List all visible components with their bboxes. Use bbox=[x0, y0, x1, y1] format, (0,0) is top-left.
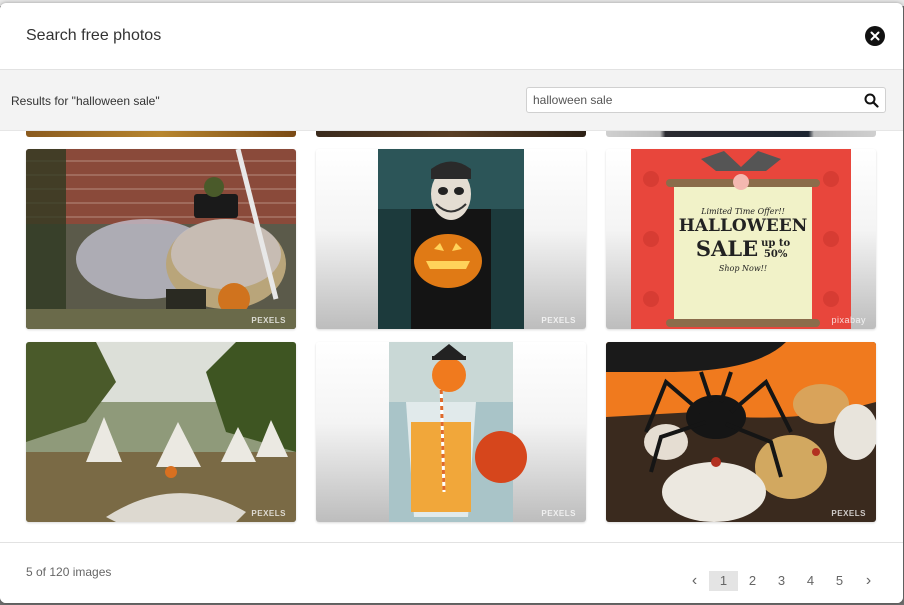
photo-tile[interactable]: PEXELS bbox=[26, 149, 296, 329]
photo-tile[interactable]: PEXELS bbox=[316, 342, 586, 522]
photo-tile[interactable]: PEXELS bbox=[26, 342, 296, 522]
photo-credit: pixabay bbox=[831, 315, 866, 325]
photo-credit: PEXELS bbox=[251, 316, 286, 325]
photo-credit: PEXELS bbox=[541, 316, 576, 325]
page-button-2[interactable]: 2 bbox=[738, 571, 767, 591]
search-input[interactable] bbox=[533, 93, 864, 107]
photo-credit: PEXELS bbox=[251, 509, 286, 518]
close-icon bbox=[870, 31, 880, 41]
photo-tile-partial[interactable] bbox=[26, 131, 296, 137]
page-button-5[interactable]: 5 bbox=[825, 571, 854, 591]
photo-tile[interactable]: PEXELS bbox=[606, 342, 876, 522]
photo-tile-partial[interactable] bbox=[606, 131, 876, 137]
close-button[interactable] bbox=[865, 26, 885, 46]
photo-tile[interactable]: Limited Time Offer!! HALLOWEEN SALE up t… bbox=[606, 149, 876, 329]
prev-page-button[interactable]: ‹ bbox=[680, 571, 709, 591]
page-button-1[interactable]: 1 bbox=[709, 571, 738, 591]
photo-search-modal: Search free photos Results for "hallowee… bbox=[0, 3, 903, 603]
modal-title: Search free photos bbox=[26, 27, 162, 44]
photo-tile[interactable]: PEXELS bbox=[316, 149, 586, 329]
photo-image bbox=[378, 149, 524, 329]
next-page-button[interactable]: › bbox=[854, 571, 883, 591]
results-label: Results for "halloween sale" bbox=[11, 94, 160, 108]
photo-tile-partial[interactable] bbox=[316, 131, 586, 137]
search-icon[interactable] bbox=[864, 93, 879, 108]
photo-image bbox=[389, 342, 527, 522]
photo-image bbox=[26, 342, 296, 522]
photo-image bbox=[606, 342, 876, 522]
modal-footer: 5 of 120 images ‹ 1 2 3 4 5 › bbox=[0, 542, 903, 603]
photo-grid: PEXELS PEXELS Limited Time Offer!! HALLO… bbox=[0, 131, 903, 541]
photo-image bbox=[26, 149, 296, 329]
photo-credit: PEXELS bbox=[541, 509, 576, 518]
modal-header: Search free photos bbox=[0, 3, 903, 70]
photo-credit: PEXELS bbox=[831, 509, 866, 518]
banner-text: Limited Time Offer!! HALLOWEEN SALE up t… bbox=[678, 207, 808, 273]
search-box bbox=[526, 87, 886, 113]
page-button-4[interactable]: 4 bbox=[796, 571, 825, 591]
pagination: ‹ 1 2 3 4 5 › bbox=[680, 571, 883, 591]
search-bar: Results for "halloween sale" bbox=[0, 70, 903, 131]
image-count: 5 of 120 images bbox=[26, 565, 112, 579]
page-button-3[interactable]: 3 bbox=[767, 571, 796, 591]
